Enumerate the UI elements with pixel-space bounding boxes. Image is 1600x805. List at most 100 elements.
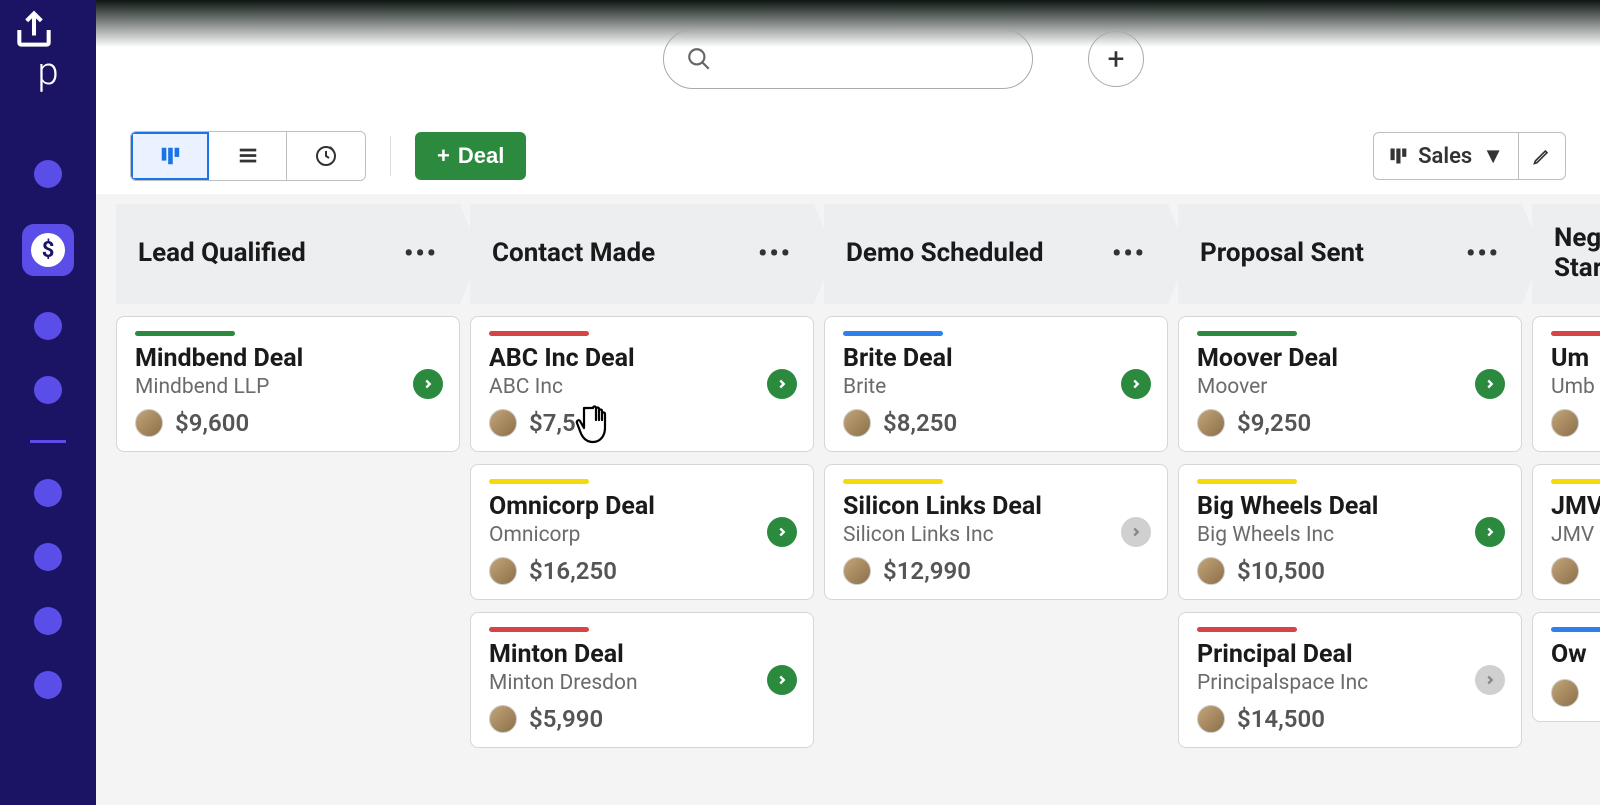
owner-avatar[interactable] [1551, 557, 1579, 585]
advance-deal-button[interactable] [1121, 369, 1151, 399]
nav-item[interactable] [34, 671, 62, 699]
advance-deal-button[interactable] [413, 369, 443, 399]
column-menu-button[interactable]: ••• [758, 239, 792, 269]
deal-org: Mindbend LLP [135, 375, 441, 399]
deal-value: $7,5 [529, 409, 576, 437]
nav-item[interactable] [34, 479, 62, 507]
owner-avatar[interactable] [1197, 557, 1225, 585]
card-footer [1551, 409, 1600, 437]
search-icon [686, 46, 712, 72]
column-menu-button[interactable]: ••• [1466, 239, 1500, 269]
deal-card[interactable]: Big Wheels DealBig Wheels Inc$10,500 [1178, 464, 1522, 600]
status-indicator [1197, 479, 1297, 484]
pipeline-select[interactable]: Sales ▼ [1373, 132, 1519, 180]
nav-item[interactable] [34, 376, 62, 404]
deal-title: Moover Deal [1197, 344, 1503, 373]
owner-avatar[interactable] [489, 557, 517, 585]
card-footer: $8,250 [843, 409, 1149, 437]
column-menu-button[interactable]: ••• [404, 239, 438, 269]
advance-deal-button[interactable] [767, 517, 797, 547]
column-header[interactable]: Lead Qualified ••• [116, 204, 460, 304]
deal-card[interactable]: Omnicorp DealOmnicorp$16,250 [470, 464, 814, 600]
advance-deal-button[interactable] [1121, 517, 1151, 547]
owner-avatar[interactable] [843, 557, 871, 585]
global-add-button[interactable]: + [1088, 31, 1144, 87]
card-footer: $9,250 [1197, 409, 1503, 437]
deal-value: $8,250 [883, 409, 957, 437]
advance-deal-button[interactable] [1475, 369, 1505, 399]
owner-avatar[interactable] [135, 409, 163, 437]
kanban-column: Lead Qualified ••• Mindbend DealMindbend L… [116, 204, 460, 795]
owner-avatar[interactable] [489, 409, 517, 437]
deal-card[interactable]: Mindbend DealMindbend LLP$9,600 [116, 316, 460, 452]
new-deal-button[interactable]: + Deal [415, 132, 526, 180]
kanban-column: Proposal Sent ••• Moover DealMoover$9,250B… [1178, 204, 1522, 795]
nav-item[interactable] [34, 607, 62, 635]
card-footer: $14,500 [1197, 705, 1503, 733]
dollar-icon: $ [31, 233, 65, 267]
status-indicator [1197, 331, 1297, 336]
chevron-right-icon [1483, 377, 1497, 391]
new-deal-label: Deal [458, 143, 504, 169]
deal-title: Ow [1551, 640, 1600, 669]
share-icon[interactable] [12, 8, 56, 56]
status-indicator [1551, 479, 1600, 484]
advance-deal-button[interactable] [767, 369, 797, 399]
search-input[interactable] [663, 29, 1033, 89]
deal-card[interactable]: Brite DealBrite$8,250 [824, 316, 1168, 452]
column-title: Proposal Sent [1200, 239, 1364, 269]
column-header[interactable]: Proposal Sent ••• [1178, 204, 1522, 304]
column-header[interactable]: Negotiations Started••• [1532, 204, 1600, 304]
view-forecast-button[interactable] [287, 132, 365, 180]
deal-card[interactable]: Silicon Links DealSilicon Links Inc$12,9… [824, 464, 1168, 600]
column-title: Negotiations Started [1554, 224, 1600, 284]
deal-org: Umb [1551, 375, 1600, 399]
deal-title: Um [1551, 344, 1600, 373]
card-footer [1551, 679, 1600, 707]
deal-card[interactable]: ABC Inc DealABC Inc$7,5 [470, 316, 814, 452]
divider [390, 136, 391, 176]
chevron-right-icon [775, 673, 789, 687]
deal-card[interactable]: Ow [1532, 612, 1600, 722]
deal-value: $10,500 [1237, 557, 1325, 585]
edit-pipeline-button[interactable] [1518, 132, 1566, 180]
chevron-right-icon [1483, 673, 1497, 687]
nav-item[interactable] [34, 160, 62, 188]
column-header[interactable]: Demo Scheduled••• [824, 204, 1168, 304]
deal-card[interactable]: Moover DealMoover$9,250 [1178, 316, 1522, 452]
owner-avatar[interactable] [1551, 409, 1579, 437]
deal-card[interactable]: Minton DealMinton Dresdon$5,990 [470, 612, 814, 748]
status-indicator [843, 331, 943, 336]
nav-item[interactable] [34, 312, 62, 340]
advance-deal-button[interactable] [1475, 665, 1505, 695]
owner-avatar[interactable] [1197, 705, 1225, 733]
deal-card[interactable]: Principal DealPrincipalspace Inc$14,500 [1178, 612, 1522, 748]
nav-item[interactable] [34, 543, 62, 571]
owner-avatar[interactable] [1551, 679, 1579, 707]
deal-title: Minton Deal [489, 640, 795, 669]
deal-card[interactable]: JMVJMV [1532, 464, 1600, 600]
advance-deal-button[interactable] [1475, 517, 1505, 547]
top-bar: + [96, 0, 1600, 118]
owner-avatar[interactable] [843, 409, 871, 437]
column-menu-button[interactable]: ••• [1112, 239, 1146, 269]
kanban-icon [159, 145, 181, 167]
column-title: Contact Made [492, 239, 655, 269]
card-footer: $5,990 [489, 705, 795, 733]
owner-avatar[interactable] [489, 705, 517, 733]
deal-title: ABC Inc Deal [489, 344, 795, 373]
view-kanban-button[interactable] [131, 132, 209, 180]
column-title: Lead Qualified [138, 239, 306, 269]
nav-item-deals[interactable]: $ [22, 224, 74, 276]
column-header[interactable]: Contact Made ••• [470, 204, 814, 304]
forecast-icon [314, 144, 338, 168]
advance-deal-button[interactable] [767, 665, 797, 695]
status-indicator [1551, 627, 1600, 632]
deal-org: Principalspace Inc [1197, 671, 1503, 695]
app-logo: p [37, 50, 58, 94]
deal-card[interactable]: UmUmb [1532, 316, 1600, 452]
view-list-button[interactable] [209, 132, 287, 180]
deal-title: Mindbend Deal [135, 344, 441, 373]
chevron-right-icon [775, 525, 789, 539]
owner-avatar[interactable] [1197, 409, 1225, 437]
